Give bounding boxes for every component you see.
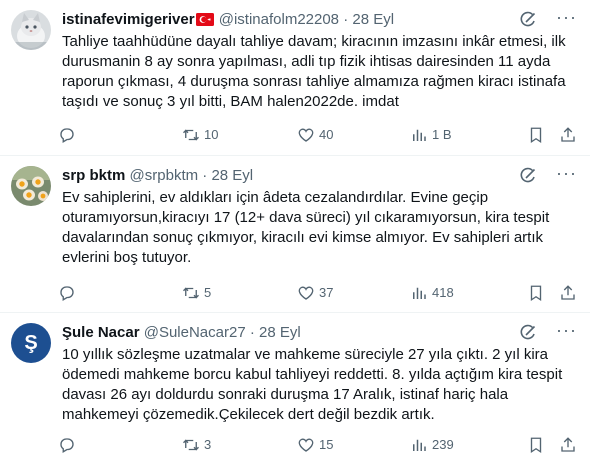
display-name[interactable]: Şule Nacar [62,324,140,341]
view-count: 239 [432,437,454,452]
views-chart-icon [413,287,426,299]
like-button[interactable]: 40 [297,125,333,145]
heart-icon [298,286,314,300]
heart-icon [298,128,314,142]
eggs-avatar-image [11,166,51,206]
tweet[interactable]: srp bktm @srpbktm · 28 Eyl ··· Ev sahipl… [0,156,590,313]
share-button[interactable] [559,283,577,303]
tweet-text: Tahliye taahhüdüne dayalı tahliye davam;… [62,33,566,110]
tweet-header: istinafevimigeriver @istinafolm22208 · 2… [62,8,582,32]
handle[interactable]: @SuleNacar27 [144,324,246,341]
handle[interactable]: @istinafolm22208 [219,11,339,28]
views-chart-icon [413,129,426,141]
views-button[interactable]: 418 [410,283,454,303]
views-chart-icon [413,439,426,451]
tweet-date[interactable]: 28 Eyl [259,324,301,341]
share-button[interactable] [559,125,577,145]
like-count: 15 [319,437,334,452]
avatar-letter: Ş [24,332,38,354]
share-icon [561,437,575,452]
tweet-header: Şule Nacar @SuleNacar27 · 28 Eyl ··· [62,321,582,343]
separator: · [343,11,349,28]
tweet-actions: 5 37 418 [52,283,582,303]
separator: · [202,167,208,184]
turkey-flag-icon [195,12,214,32]
bookmark-button[interactable] [527,125,545,145]
bookmark-button[interactable] [527,435,545,455]
tweet-header: srp bktm @srpbktm · 28 Eyl ··· [62,164,582,186]
avatar[interactable]: Ş [11,323,51,363]
reply-icon [60,286,74,301]
grok-icon[interactable] [518,323,538,343]
more-options-icon[interactable]: ··· [556,8,576,30]
avatar[interactable] [11,166,51,206]
share-icon [561,127,575,142]
reply-icon [60,438,74,453]
handle[interactable]: @srpbktm [130,167,199,184]
grok-icon[interactable] [518,10,538,30]
retweet-count: 3 [204,437,212,452]
like-button[interactable]: 37 [297,283,333,303]
reply-button[interactable] [58,435,80,455]
tweet[interactable]: istinafevimigeriver @istinafolm22208 · 2… [0,0,590,156]
retweet-icon [183,439,199,451]
tweet-text: 10 yıllık sözleşme uzatmalar ve mahkeme … [62,346,563,423]
more-options-icon[interactable]: ··· [556,321,576,343]
bookmark-button[interactable] [527,283,545,303]
retweet-icon [183,129,199,141]
tweet-text: Ev sahiplerini, ev aldıkları için âdeta … [62,189,550,266]
retweet-button[interactable]: 10 [182,125,218,145]
view-count: 1 B [432,127,452,142]
like-count: 37 [319,285,334,300]
reply-button[interactable] [58,125,80,145]
reply-button[interactable] [58,283,80,303]
share-button[interactable] [559,435,577,455]
tweet-date[interactable]: 28 Eyl [352,11,394,28]
bookmark-icon [530,285,542,302]
retweet-count: 10 [204,127,219,142]
bookmark-icon [530,437,542,454]
retweet-button[interactable]: 3 [182,435,211,455]
tweet-actions: 10 40 1 B [52,125,582,145]
avatar[interactable] [11,10,51,50]
tweet[interactable]: Ş Şule Nacar @SuleNacar27 · 28 Eyl ··· 1… [0,313,590,467]
more-options-icon[interactable]: ··· [556,164,576,186]
grok-icon[interactable] [518,166,538,186]
display-name[interactable]: istinafevimigeriver [62,11,195,28]
share-icon [561,285,575,300]
reply-icon [60,128,74,143]
like-count: 40 [319,127,334,142]
views-button[interactable]: 1 B [410,125,452,145]
tweet-actions: 3 15 239 [52,435,582,455]
view-count: 418 [432,285,454,300]
like-button[interactable]: 15 [297,435,333,455]
tweet-date[interactable]: 28 Eyl [211,167,253,184]
cat-avatar-image [11,10,51,50]
bookmark-icon [530,127,542,144]
retweet-count: 5 [204,285,212,300]
heart-icon [298,438,314,452]
display-name[interactable]: srp bktm [62,167,125,184]
retweet-button[interactable]: 5 [182,283,211,303]
separator: · [249,324,255,341]
retweet-icon [183,287,199,299]
views-button[interactable]: 239 [410,435,454,455]
